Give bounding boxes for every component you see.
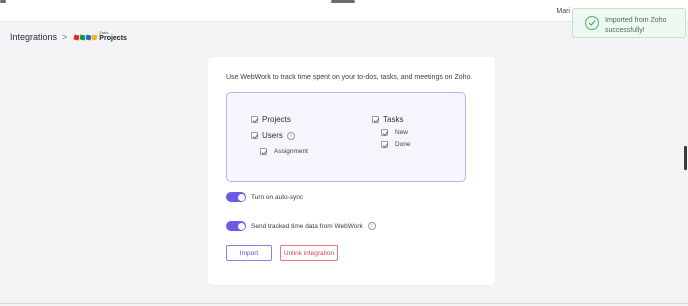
checkbox-projects[interactable] — [251, 116, 259, 123]
checkbox-users[interactable] — [251, 132, 259, 139]
success-toast: Imported from Zoho successfully! — [572, 8, 686, 38]
option-tasks[interactable]: Tasks — [372, 115, 403, 124]
option-new[interactable]: New — [381, 129, 408, 136]
label-new: New — [395, 129, 409, 136]
send-time-toggle[interactable] — [226, 221, 246, 231]
option-done[interactable]: Done — [381, 141, 411, 148]
option-assignment[interactable]: Assignment — [260, 148, 308, 155]
toast-message: Imported from Zoho successfully! — [605, 17, 667, 34]
info-icon[interactable]: i — [286, 131, 295, 140]
integration-card: Use WebWork to track time spent on your … — [208, 57, 495, 285]
window-handle[interactable] — [331, 0, 355, 3]
option-projects[interactable]: Projects — [251, 115, 291, 124]
import-button[interactable]: Import — [226, 245, 272, 261]
logo-big-text: Projects — [99, 35, 127, 42]
info-icon[interactable]: i — [367, 222, 376, 230]
window-handle-left — [0, 0, 6, 3]
unlink-integration-button[interactable]: Unlink integration — [280, 245, 338, 261]
label-assignment: Assignment — [274, 148, 308, 155]
checkbox-done[interactable] — [381, 141, 389, 148]
option-users[interactable]: Users i — [251, 131, 295, 140]
check-circle-icon — [585, 16, 599, 30]
label-users: Users — [262, 131, 283, 140]
checkbox-new[interactable] — [381, 129, 389, 136]
intro-text: Use WebWork to track time spent on your … — [226, 74, 473, 81]
user-name[interactable]: Mari — [556, 8, 570, 15]
send-time-row: Send tracked time data from WebWork i — [226, 221, 376, 231]
zoho-projects-logo: Zoho Projects — [73, 31, 127, 43]
auto-sync-label: Turn on auto-sync — [251, 193, 304, 201]
checkbox-assignment[interactable] — [260, 148, 268, 155]
label-tasks: Tasks — [383, 115, 404, 124]
breadcrumb: Integrations > Zoho Projects — [10, 31, 127, 43]
breadcrumb-separator: > — [62, 32, 68, 42]
send-time-label: Send tracked time data from WebWork — [251, 222, 363, 230]
label-projects: Projects — [262, 115, 291, 124]
zoho-mark-icon — [73, 34, 98, 41]
sync-options-box: Projects Users i Assignment Tasks New Do… — [226, 92, 466, 182]
auto-sync-toggle[interactable] — [226, 192, 246, 202]
label-done: Done — [395, 141, 411, 148]
scrollbar-thumb[interactable] — [684, 146, 687, 170]
auto-sync-row: Turn on auto-sync — [226, 192, 303, 202]
breadcrumb-integrations[interactable]: Integrations — [10, 32, 57, 42]
checkbox-tasks[interactable] — [372, 116, 380, 123]
bottom-divider — [0, 303, 688, 304]
